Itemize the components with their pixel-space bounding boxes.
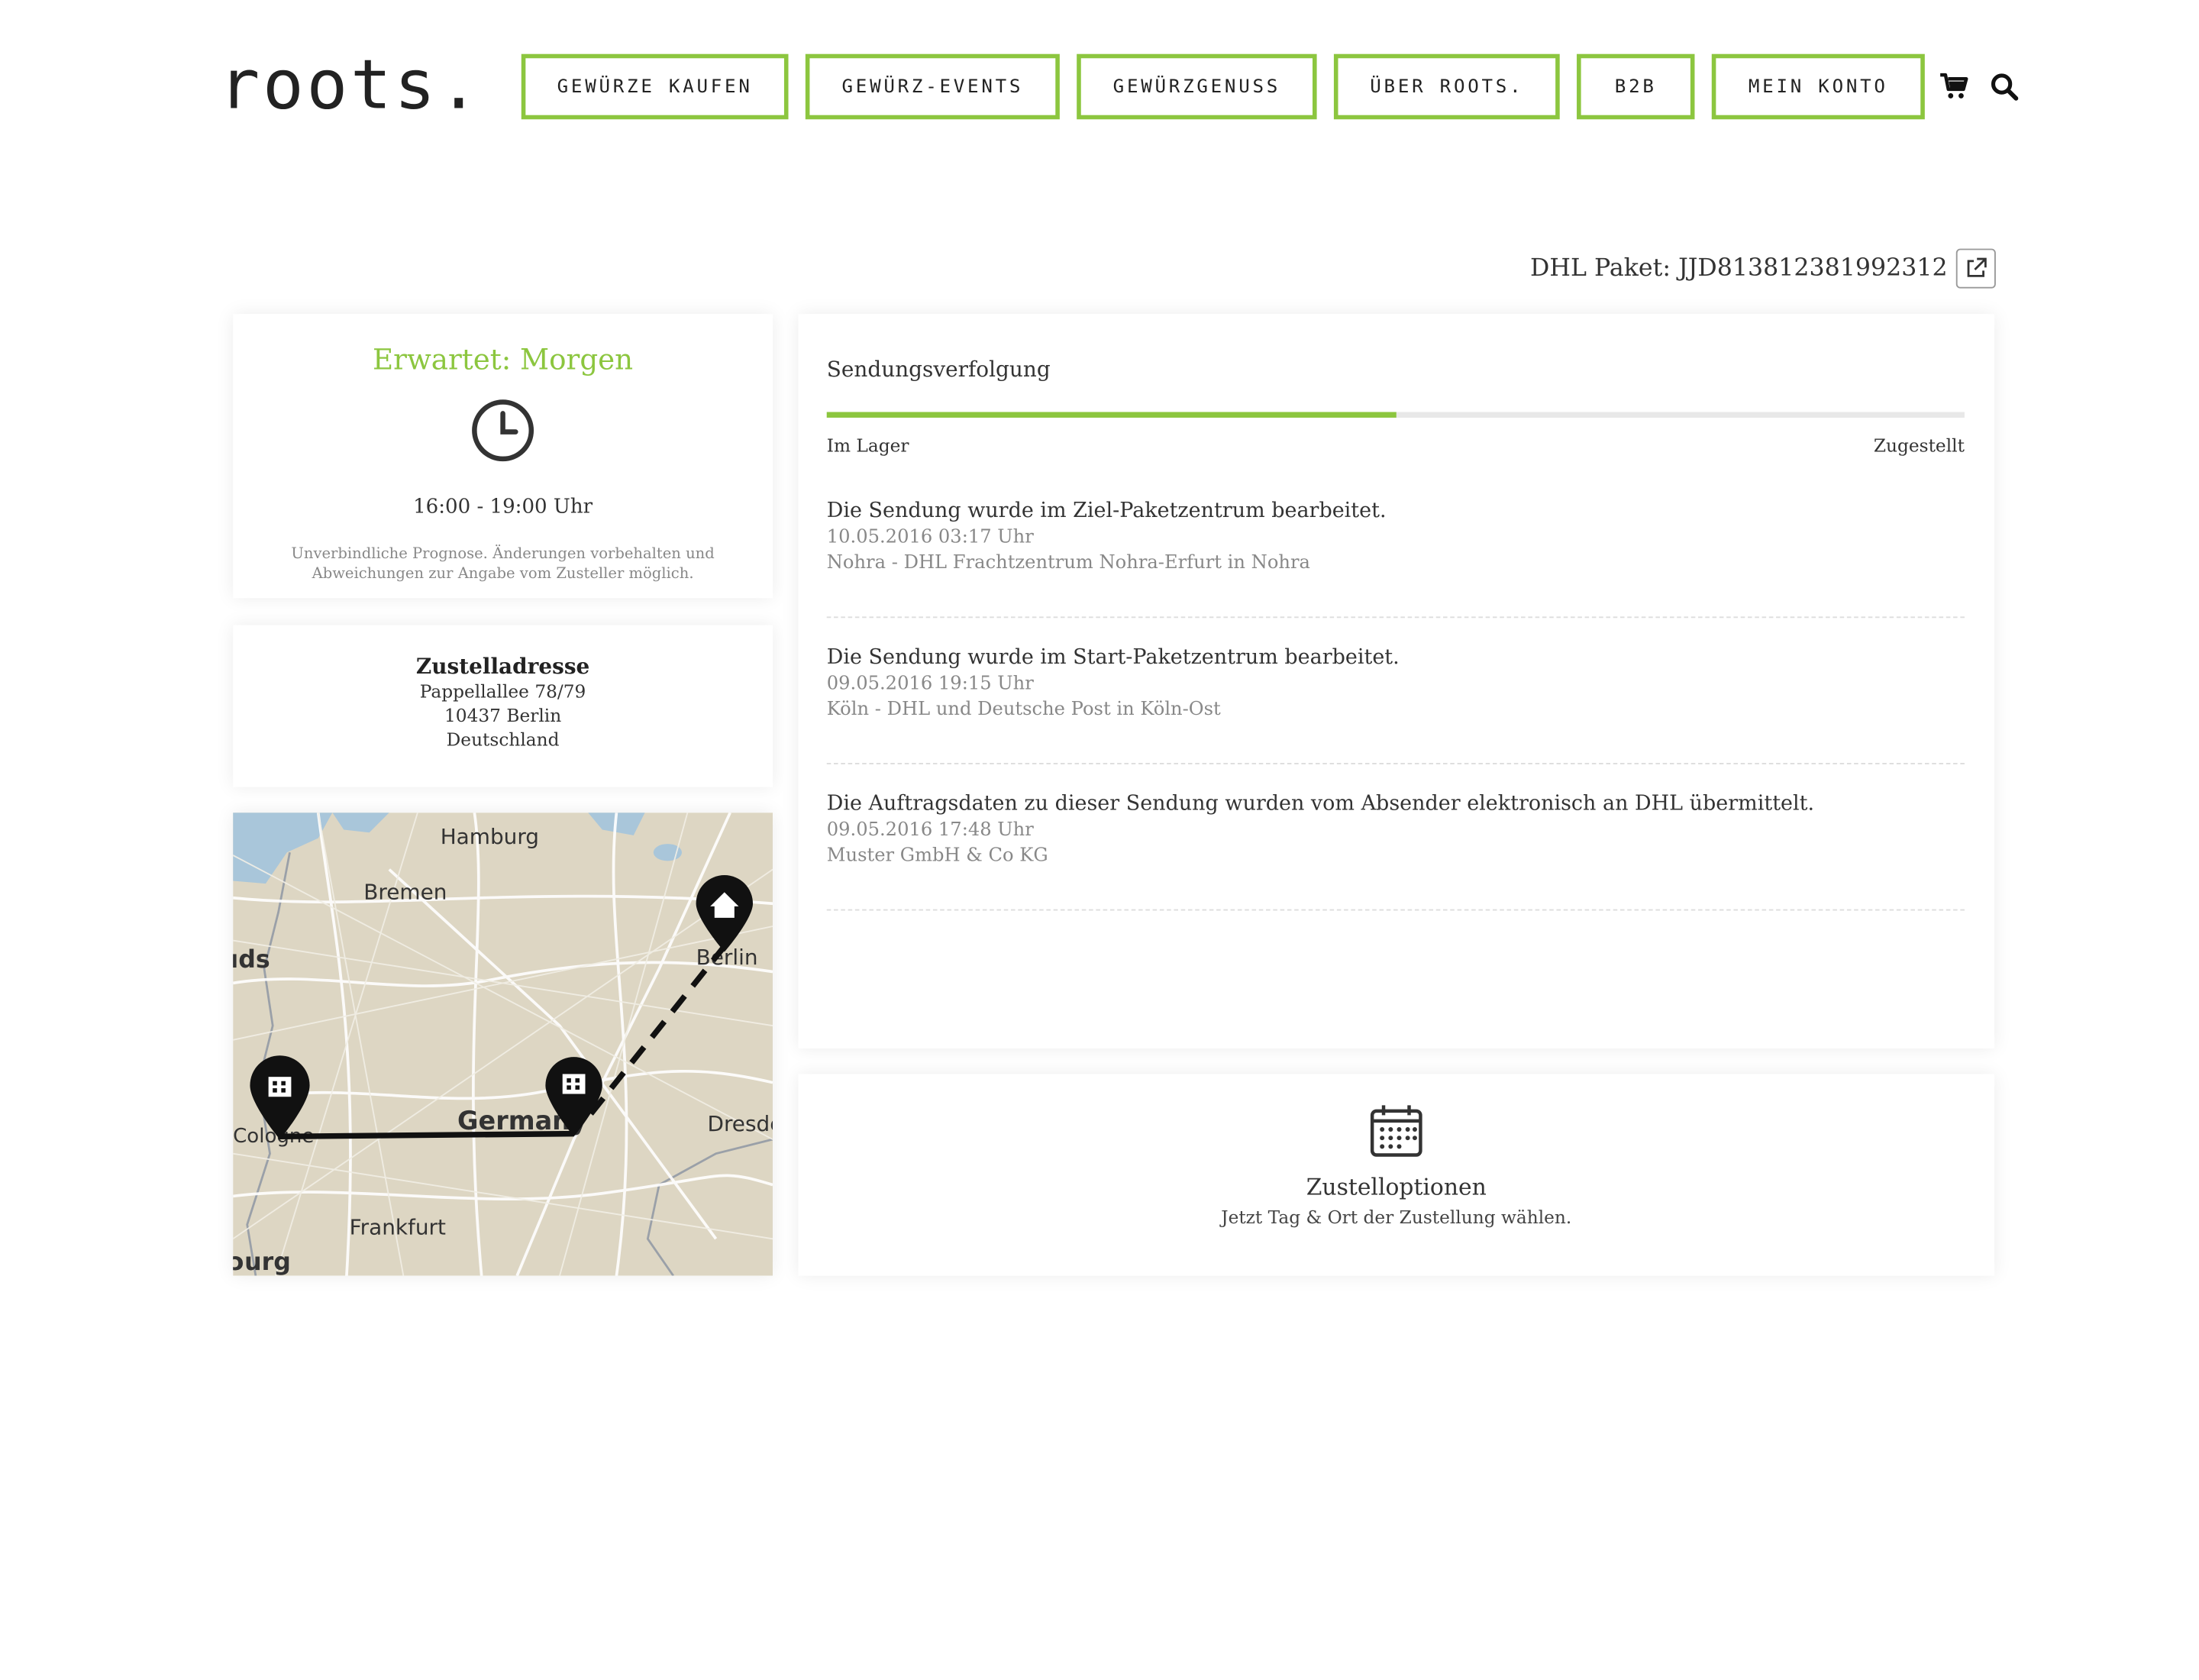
tracking-number: DHL Paket: JJD813812381992312 xyxy=(1530,254,1948,283)
nav-gewuerzgenuss[interactable]: Gewürzgenuss xyxy=(1077,53,1317,120)
eta-time-window: 16:00 - 19:00 Uhr xyxy=(413,496,593,519)
cart-icon[interactable] xyxy=(1939,71,1970,102)
event-location: Köln - DHL und Deutsche Post in Köln-Ost xyxy=(826,699,1221,721)
tracking-number-row: DHL Paket: JJD813812381992312 xyxy=(1392,247,1996,290)
progress-start-label: Im Lager xyxy=(826,435,909,457)
tracking-event: Die Auftragsdaten zu dieser Sendung wurd… xyxy=(826,764,1965,911)
map-label-burg: ɔurg xyxy=(233,1249,291,1275)
nav-b2b[interactable]: B2B xyxy=(1577,53,1695,120)
map-label-bremen: Bremen xyxy=(363,880,447,905)
nav-mein-konto[interactable]: Mein Konto xyxy=(1711,53,1925,120)
calendar-icon xyxy=(1370,1105,1422,1157)
event-date: 09.05.2016 19:15 Uhr xyxy=(826,673,1034,695)
event-title: Die Sendung wurde im Ziel-Paketzentrum b… xyxy=(826,499,1387,523)
clock-icon xyxy=(472,399,534,462)
eta-disclaimer: Unverbindliche Prognose. Änderungen vorb… xyxy=(291,545,715,583)
external-link-icon xyxy=(1967,257,1987,277)
tracking-event: Die Sendung wurde im Ziel-Paketzentrum b… xyxy=(826,472,1965,619)
delivery-options-subtitle: Jetzt Tag & Ort der Zustellung wählen. xyxy=(1221,1206,1572,1228)
map-label-dresden: Dresde xyxy=(707,1111,773,1136)
eta-card: Erwartet: Morgen 16:00 - 19:00 Uhr Unver… xyxy=(233,314,773,599)
address-city: 10437 Berlin xyxy=(444,704,562,726)
event-location: Muster GmbH & Co KG xyxy=(826,845,1048,867)
tracking-event: Die Sendung wurde im Start-Paketzentrum … xyxy=(826,618,1965,764)
address-country: Deutschland xyxy=(446,729,560,751)
map-label-frankfurt: Frankfurt xyxy=(350,1215,446,1240)
address-title: Zustelladresse xyxy=(415,653,590,680)
delivery-options-title: Zustelloptionen xyxy=(1306,1173,1487,1201)
event-title: Die Auftragsdaten zu dieser Sendung wurd… xyxy=(826,793,1815,816)
event-date: 10.05.2016 03:17 Uhr xyxy=(826,527,1034,549)
eta-title: Erwartet: Morgen xyxy=(373,342,634,377)
shipment-progress-bar xyxy=(826,412,1965,418)
brand-logo[interactable]: roots. xyxy=(219,51,483,119)
route-map[interactable]: Hamburg Bremen ıds Berlin Cologne German… xyxy=(233,813,773,1276)
external-link-button[interactable] xyxy=(1955,248,1996,289)
delivery-options-card[interactable]: Zustelloptionen Jetzt Tag & Ort der Zust… xyxy=(798,1074,1995,1276)
nav-ueber-roots[interactable]: Über roots. xyxy=(1333,53,1560,120)
event-title: Die Sendung wurde im Start-Paketzentrum … xyxy=(826,646,1400,670)
map-label-hamburg: Hamburg xyxy=(441,824,539,849)
nav-gewuerz-events[interactable]: Gewürz-Events xyxy=(805,53,1060,120)
address-street: Pappellallee 78/79 xyxy=(419,680,586,703)
progress-end-label: Zugestellt xyxy=(1873,435,1965,457)
event-location: Nohra - DHL Frachtzentrum Nohra-Erfurt i… xyxy=(826,552,1310,574)
nav-gewuerze-kaufen[interactable]: Gewürze kaufen xyxy=(521,53,789,120)
delivery-address-card: Zustelladresse Pappellallee 78/79 10437 … xyxy=(233,625,773,787)
map-canvas: Hamburg Bremen ıds Berlin Cologne German… xyxy=(233,813,773,1276)
shipment-progress-fill xyxy=(826,412,1396,418)
shipment-tracking-card: Sendungsverfolgung Im Lager Zugestellt D… xyxy=(798,314,1995,1048)
search-icon[interactable] xyxy=(1989,71,2020,102)
map-label-lands: ıds xyxy=(233,946,270,974)
event-date: 09.05.2016 17:48 Uhr xyxy=(826,819,1034,842)
tracking-title: Sendungsverfolgung xyxy=(826,356,1051,383)
route-line-completed xyxy=(278,1130,574,1140)
